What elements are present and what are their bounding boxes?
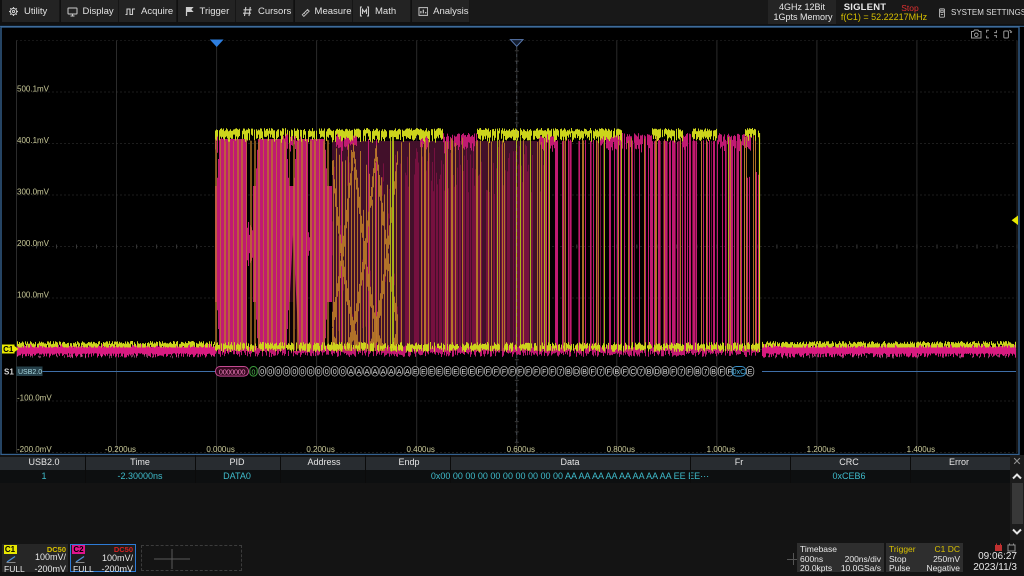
svg-text:F: F — [526, 369, 530, 376]
svg-text:B: B — [566, 369, 571, 376]
svg-text:A: A — [357, 369, 362, 376]
svg-text:E: E — [461, 369, 466, 376]
svg-text:USB2.0: USB2.0 — [18, 369, 42, 376]
svg-text:B: B — [695, 369, 700, 376]
svg-text:0: 0 — [292, 369, 296, 376]
svg-text:500.1mV: 500.1mV — [17, 85, 50, 94]
svg-text:A: A — [381, 369, 386, 376]
svg-text:E: E — [437, 369, 442, 376]
svg-text:B: B — [582, 369, 587, 376]
svg-text:E: E — [413, 369, 418, 376]
svg-text:E: E — [748, 369, 753, 376]
svg-text:200.0mV: 200.0mV — [17, 239, 50, 248]
svg-text:1.200us: 1.200us — [807, 445, 835, 454]
svg-text:F: F — [550, 369, 554, 376]
svg-text:F: F — [671, 369, 675, 376]
svg-text:F: F — [510, 369, 514, 376]
svg-text:0: 0 — [276, 369, 280, 376]
svg-text:B: B — [614, 369, 619, 376]
svg-text:7: 7 — [558, 369, 562, 376]
svg-text:0.600us: 0.600us — [507, 445, 535, 454]
svg-text:E: E — [445, 369, 450, 376]
svg-text:A: A — [349, 369, 354, 376]
svg-text:1.400us: 1.400us — [907, 445, 935, 454]
svg-text:0.200us: 0.200us — [306, 445, 334, 454]
svg-text:7: 7 — [704, 369, 708, 376]
svg-text:F: F — [719, 369, 723, 376]
svg-text:F: F — [494, 369, 498, 376]
svg-text:0.800us: 0.800us — [607, 445, 635, 454]
svg-text:100.0mV: 100.0mV — [17, 291, 50, 300]
svg-text:0000000: 0000000 — [219, 367, 246, 376]
svg-text:0: 0 — [333, 369, 337, 376]
svg-text:0: 0 — [260, 369, 264, 376]
svg-text:-200.0mV: -200.0mV — [17, 445, 52, 454]
svg-text:0: 0 — [268, 369, 272, 376]
svg-text:B: B — [647, 369, 652, 376]
svg-text:A: A — [365, 369, 370, 376]
svg-text:F: F — [542, 369, 546, 376]
svg-text:7: 7 — [639, 369, 643, 376]
svg-text:-0.200us: -0.200us — [105, 445, 136, 454]
svg-text:E: E — [453, 369, 458, 376]
svg-text:A: A — [405, 369, 410, 376]
svg-text:F: F — [518, 369, 522, 376]
svg-text:E: E — [421, 369, 426, 376]
svg-text:0.000us: 0.000us — [206, 445, 234, 454]
svg-text:F: F — [607, 369, 611, 376]
svg-text:0: 0 — [325, 369, 329, 376]
svg-text:1.000us: 1.000us — [707, 445, 735, 454]
svg-text:0: 0 — [252, 369, 256, 376]
svg-text:F: F — [591, 369, 595, 376]
svg-text:0: 0 — [301, 369, 305, 376]
svg-text:S1: S1 — [4, 368, 14, 377]
svg-text:B: B — [663, 369, 668, 376]
svg-text:0: 0 — [317, 369, 321, 376]
svg-text:F: F — [478, 369, 482, 376]
svg-text:-100.0mV: -100.0mV — [17, 394, 52, 403]
svg-text:F: F — [728, 369, 732, 376]
svg-text:E: E — [429, 369, 434, 376]
svg-text:A: A — [389, 369, 394, 376]
svg-text:0: 0 — [309, 369, 313, 376]
svg-text:300.0mV: 300.0mV — [17, 188, 50, 197]
svg-text:D: D — [574, 369, 579, 376]
svg-text:400.1mV: 400.1mV — [17, 136, 50, 145]
svg-text:0xC: 0xC — [733, 369, 745, 376]
svg-text:E: E — [469, 369, 474, 376]
svg-text:0.400us: 0.400us — [406, 445, 434, 454]
svg-text:0: 0 — [341, 369, 345, 376]
svg-text:F: F — [486, 369, 490, 376]
svg-text:B: B — [711, 369, 716, 376]
svg-text:A: A — [373, 369, 378, 376]
svg-text:F: F — [502, 369, 506, 376]
svg-text:D: D — [655, 369, 660, 376]
svg-text:C: C — [630, 369, 635, 376]
svg-text:A: A — [397, 369, 402, 376]
svg-text:F: F — [687, 369, 691, 376]
svg-text:7: 7 — [679, 369, 683, 376]
svg-text:0: 0 — [284, 369, 288, 376]
svg-text:7: 7 — [599, 369, 603, 376]
svg-text:F: F — [534, 369, 538, 376]
svg-text:C1: C1 — [3, 345, 14, 354]
svg-text:F: F — [623, 369, 627, 376]
